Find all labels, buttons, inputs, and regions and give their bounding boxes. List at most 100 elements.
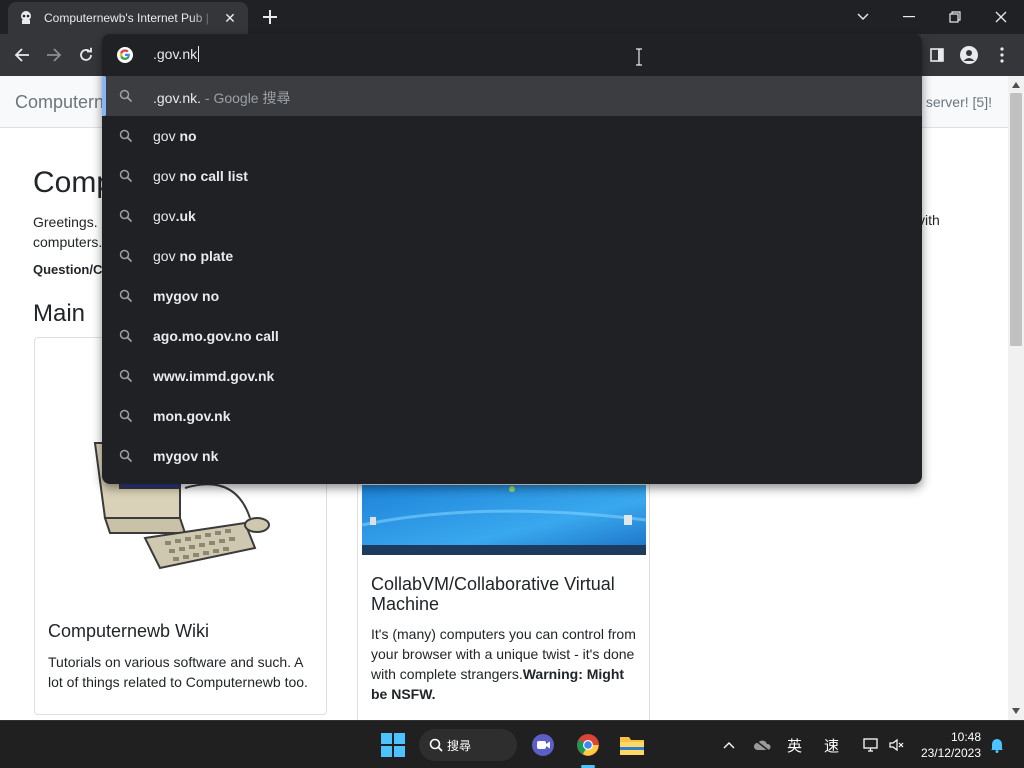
network-icon bbox=[863, 738, 878, 752]
scrollbar-thumb[interactable] bbox=[1010, 93, 1022, 346]
omnibox-popup: .gov.nk .gov.nk. - Google 搜尋 gov no gov no… bbox=[102, 34, 922, 484]
card-text: Tutorials on various software and such. … bbox=[48, 654, 308, 690]
tab-search-button[interactable] bbox=[840, 0, 886, 34]
site-favicon-icon bbox=[21, 11, 31, 24]
browser-tab[interactable]: Computernewb's Internet Pub | ✕ bbox=[8, 2, 248, 34]
arrow-right-icon bbox=[47, 48, 62, 62]
suggestion-source: - Google 搜尋 bbox=[201, 90, 291, 106]
suggestion-item[interactable]: mygov no bbox=[102, 276, 922, 316]
question-label: Question/C bbox=[33, 262, 103, 277]
restore-button[interactable] bbox=[932, 0, 978, 34]
search-icon bbox=[119, 289, 133, 303]
suggestion-item[interactable]: gov no bbox=[102, 116, 922, 156]
cloud-offline-icon bbox=[753, 739, 771, 751]
suggestion-item[interactable]: .gov.nk. - Google 搜尋 bbox=[102, 76, 922, 116]
scroll-down-icon bbox=[1012, 708, 1020, 714]
clock-time: 10:48 bbox=[950, 730, 981, 744]
nav-right-text: server! [5]! bbox=[925, 94, 992, 110]
start-button[interactable] bbox=[377, 729, 409, 761]
chevron-down-icon bbox=[857, 13, 869, 20]
menu-button[interactable] bbox=[990, 43, 1014, 67]
side-panel-icon bbox=[930, 48, 944, 62]
reload-icon bbox=[80, 47, 92, 61]
chrome-icon bbox=[577, 734, 599, 756]
suggestion-text: gov no call list bbox=[153, 168, 248, 184]
taskbar-search-label: 搜尋 bbox=[447, 738, 472, 753]
suggestion-text: mygov nk bbox=[153, 448, 218, 464]
suggestion-text: mon.gov.nk bbox=[153, 408, 231, 424]
search-icon bbox=[119, 129, 133, 143]
onedrive-button[interactable] bbox=[747, 729, 777, 761]
suggestion-text: .gov.nk. - Google 搜尋 bbox=[153, 88, 290, 108]
arrow-left-icon bbox=[14, 48, 29, 62]
suggestion-text: mygov no bbox=[153, 288, 219, 304]
tab-strip: Computernewb's Internet Pub | ✕ bbox=[0, 0, 1024, 34]
card-text: It's (many) computers you can control fr… bbox=[371, 624, 641, 704]
chrome-taskbar-button[interactable] bbox=[572, 729, 604, 761]
suggestion-text: www.immd.gov.nk bbox=[153, 368, 274, 384]
taskbar-clock[interactable]: 10:48 23/12/2023 bbox=[921, 729, 981, 761]
close-icon bbox=[995, 11, 1007, 23]
site-brand-link[interactable]: Computerne bbox=[15, 92, 114, 113]
suggestion-completion: .uk bbox=[175, 208, 196, 224]
file-explorer-button[interactable] bbox=[616, 729, 648, 761]
show-hidden-icons-button[interactable] bbox=[714, 729, 744, 761]
volume-muted-icon bbox=[889, 738, 904, 752]
suggestion-completion: no call list bbox=[175, 168, 248, 184]
search-icon bbox=[429, 738, 443, 752]
suggestion-item[interactable]: mygov nk bbox=[102, 436, 922, 476]
search-icon bbox=[119, 249, 133, 263]
suggestion-text: gov.uk bbox=[153, 208, 196, 224]
notifications-button[interactable] bbox=[984, 729, 1010, 761]
ime-mode-indicator[interactable]: 速 bbox=[824, 735, 839, 756]
suggestion-match: gov bbox=[153, 208, 176, 224]
text-cursor-icon bbox=[636, 48, 642, 66]
taskbar-search[interactable]: 搜尋 bbox=[419, 729, 517, 761]
suggestion-item[interactable]: gov.uk bbox=[102, 196, 922, 236]
greeting-text: Greetings. computers. bbox=[33, 214, 103, 250]
bell-icon bbox=[991, 739, 1003, 753]
suggestion-item[interactable]: gov no plate bbox=[102, 236, 922, 276]
search-icon bbox=[119, 409, 133, 423]
suggestion-text: gov no plate bbox=[153, 248, 233, 264]
back-button[interactable] bbox=[10, 43, 34, 67]
volume-button[interactable] bbox=[882, 729, 912, 761]
main-heading: Main bbox=[33, 300, 86, 327]
suggestion-item[interactable]: ago.mo.gov.no call bbox=[102, 316, 922, 356]
suggestion-item[interactable]: gov no call list bbox=[102, 156, 922, 196]
side-panel-button[interactable] bbox=[925, 43, 949, 67]
profile-button[interactable] bbox=[957, 43, 981, 67]
address-bar[interactable]: .gov.nk bbox=[102, 34, 922, 76]
reload-button[interactable] bbox=[74, 43, 98, 67]
google-icon bbox=[117, 47, 133, 63]
video-chat-icon bbox=[532, 734, 554, 756]
clock-date: 23/12/2023 bbox=[920, 746, 981, 760]
suggestion-item[interactable]: www.immd.gov.nk bbox=[102, 356, 922, 396]
suggestion-match: gov bbox=[153, 168, 176, 184]
search-icon bbox=[119, 329, 133, 343]
suggestion-completion: no bbox=[175, 128, 197, 144]
card-title[interactable]: CollabVM/Collaborative Virtual Machine bbox=[371, 574, 641, 614]
address-input[interactable]: .gov.nk bbox=[153, 46, 199, 62]
card-title[interactable]: Computernewb Wiki bbox=[48, 621, 318, 641]
scroll-up-icon bbox=[1012, 82, 1020, 88]
forward-button[interactable] bbox=[42, 43, 66, 67]
minimize-icon bbox=[903, 16, 915, 18]
suggestion-item[interactable]: mon.gov.nk bbox=[102, 396, 922, 436]
ime-language-indicator[interactable]: 英 bbox=[787, 735, 802, 756]
more-vert-icon bbox=[1000, 47, 1004, 63]
search-icon bbox=[119, 369, 133, 383]
windows-logo-icon bbox=[381, 733, 405, 757]
suggestion-completion: ago.mo.gov.no call bbox=[153, 328, 279, 344]
suggestion-completion: no plate bbox=[175, 248, 234, 264]
search-icon bbox=[119, 449, 133, 463]
new-tab-button[interactable] bbox=[260, 7, 280, 27]
windows-taskbar: 搜尋 英 速 10:48 23/12/2023 bbox=[0, 720, 1024, 768]
tab-close-button[interactable]: ✕ bbox=[222, 10, 238, 27]
suggestion-match: gov bbox=[153, 128, 176, 144]
teams-chat-button[interactable] bbox=[527, 729, 559, 761]
suggestion-completion: mon.gov.nk bbox=[153, 408, 231, 424]
suggestion-match: .gov.nk. bbox=[153, 90, 201, 106]
minimize-button[interactable] bbox=[886, 0, 932, 34]
close-window-button[interactable] bbox=[978, 0, 1024, 34]
